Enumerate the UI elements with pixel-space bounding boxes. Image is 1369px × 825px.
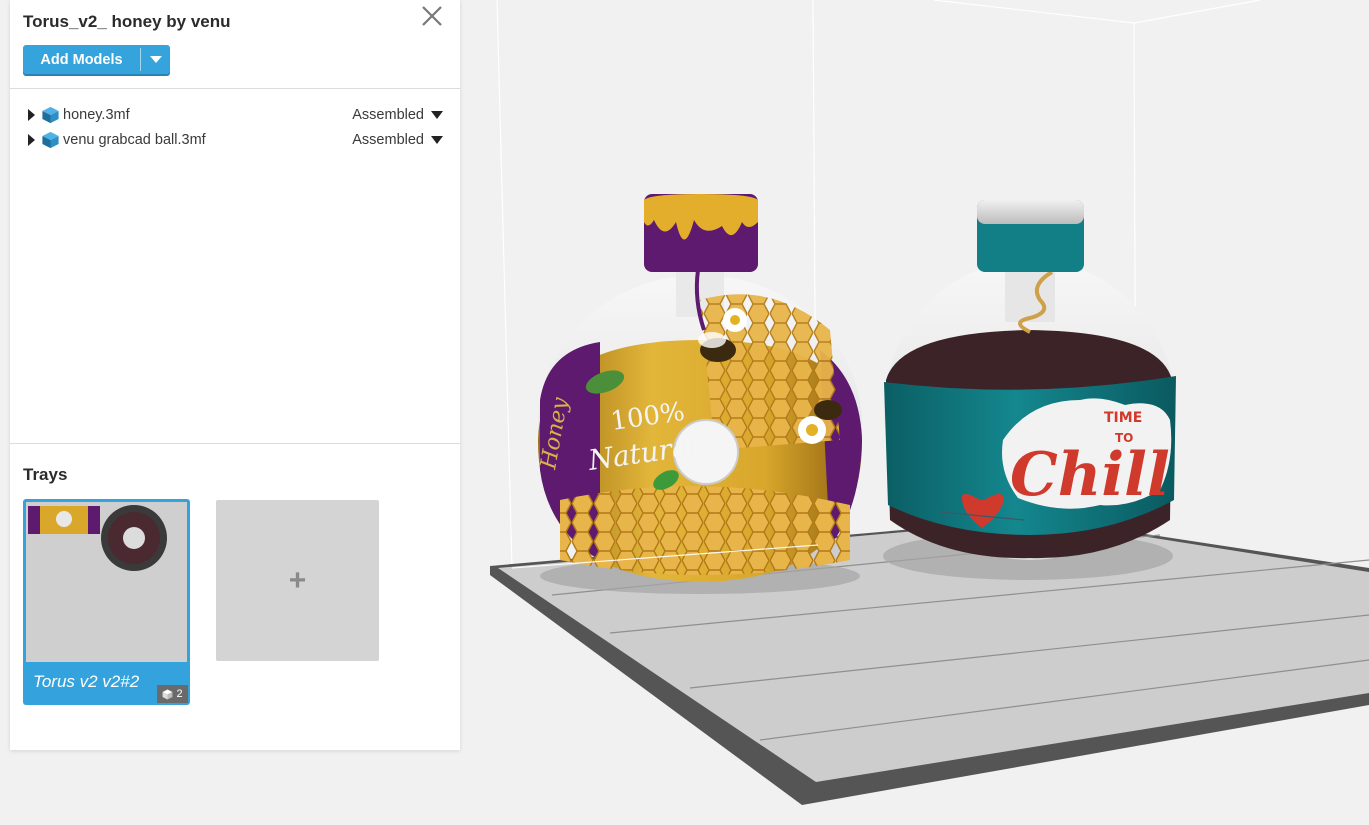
tray-label: Torus v2 v2#2 bbox=[33, 672, 140, 691]
assembly-mode-value: Assembled bbox=[352, 132, 424, 148]
add-tray-button[interactable]: + bbox=[216, 500, 379, 661]
tray-thumbnail bbox=[26, 502, 187, 662]
model-row[interactable]: venu grabcad ball.3mf Assembled bbox=[28, 129, 443, 151]
tray-card-selected[interactable]: 2 Torus v2 v2#2 bbox=[23, 499, 190, 705]
expand-arrow-icon[interactable] bbox=[28, 109, 35, 121]
model-name[interactable]: honey.3mf bbox=[63, 107, 352, 123]
model-name[interactable]: venu grabcad ball.3mf bbox=[63, 132, 352, 148]
chevron-down-icon bbox=[431, 136, 443, 144]
add-models-dropdown-button[interactable] bbox=[141, 45, 170, 74]
plus-icon: + bbox=[288, 563, 307, 597]
add-models-button[interactable]: Add Models bbox=[23, 45, 140, 74]
chevron-down-icon bbox=[431, 111, 443, 119]
cube-icon bbox=[42, 106, 59, 124]
divider bbox=[10, 88, 460, 89]
project-title: Torus_v2_ honey by venu bbox=[23, 12, 231, 31]
add-models-split-button: Add Models bbox=[23, 45, 170, 74]
close-icon[interactable] bbox=[420, 4, 444, 28]
label-time: TIME bbox=[1104, 410, 1142, 426]
trays-heading: Trays bbox=[23, 465, 68, 484]
tray-model-count: 2 bbox=[176, 688, 183, 700]
assembly-mode-dropdown[interactable]: Assembled bbox=[352, 132, 443, 148]
divider bbox=[10, 443, 460, 444]
assembly-mode-dropdown[interactable]: Assembled bbox=[352, 107, 443, 123]
label-chill: Chill bbox=[1010, 440, 1170, 510]
chevron-down-icon bbox=[149, 56, 162, 63]
model-row[interactable]: honey.3mf Assembled bbox=[28, 104, 443, 126]
honey-bottle-model: 100% Natural Honey bbox=[536, 194, 862, 582]
cube-icon bbox=[42, 131, 59, 149]
cube-icon bbox=[162, 689, 173, 699]
assembly-mode-value: Assembled bbox=[352, 107, 424, 123]
tray-model-count-badge: 2 bbox=[157, 685, 188, 703]
chill-bottle-model: TIME TO Chill bbox=[884, 200, 1176, 560]
expand-arrow-icon[interactable] bbox=[28, 134, 35, 146]
project-panel: Torus_v2_ honey by venu Add Models honey… bbox=[10, 0, 460, 750]
